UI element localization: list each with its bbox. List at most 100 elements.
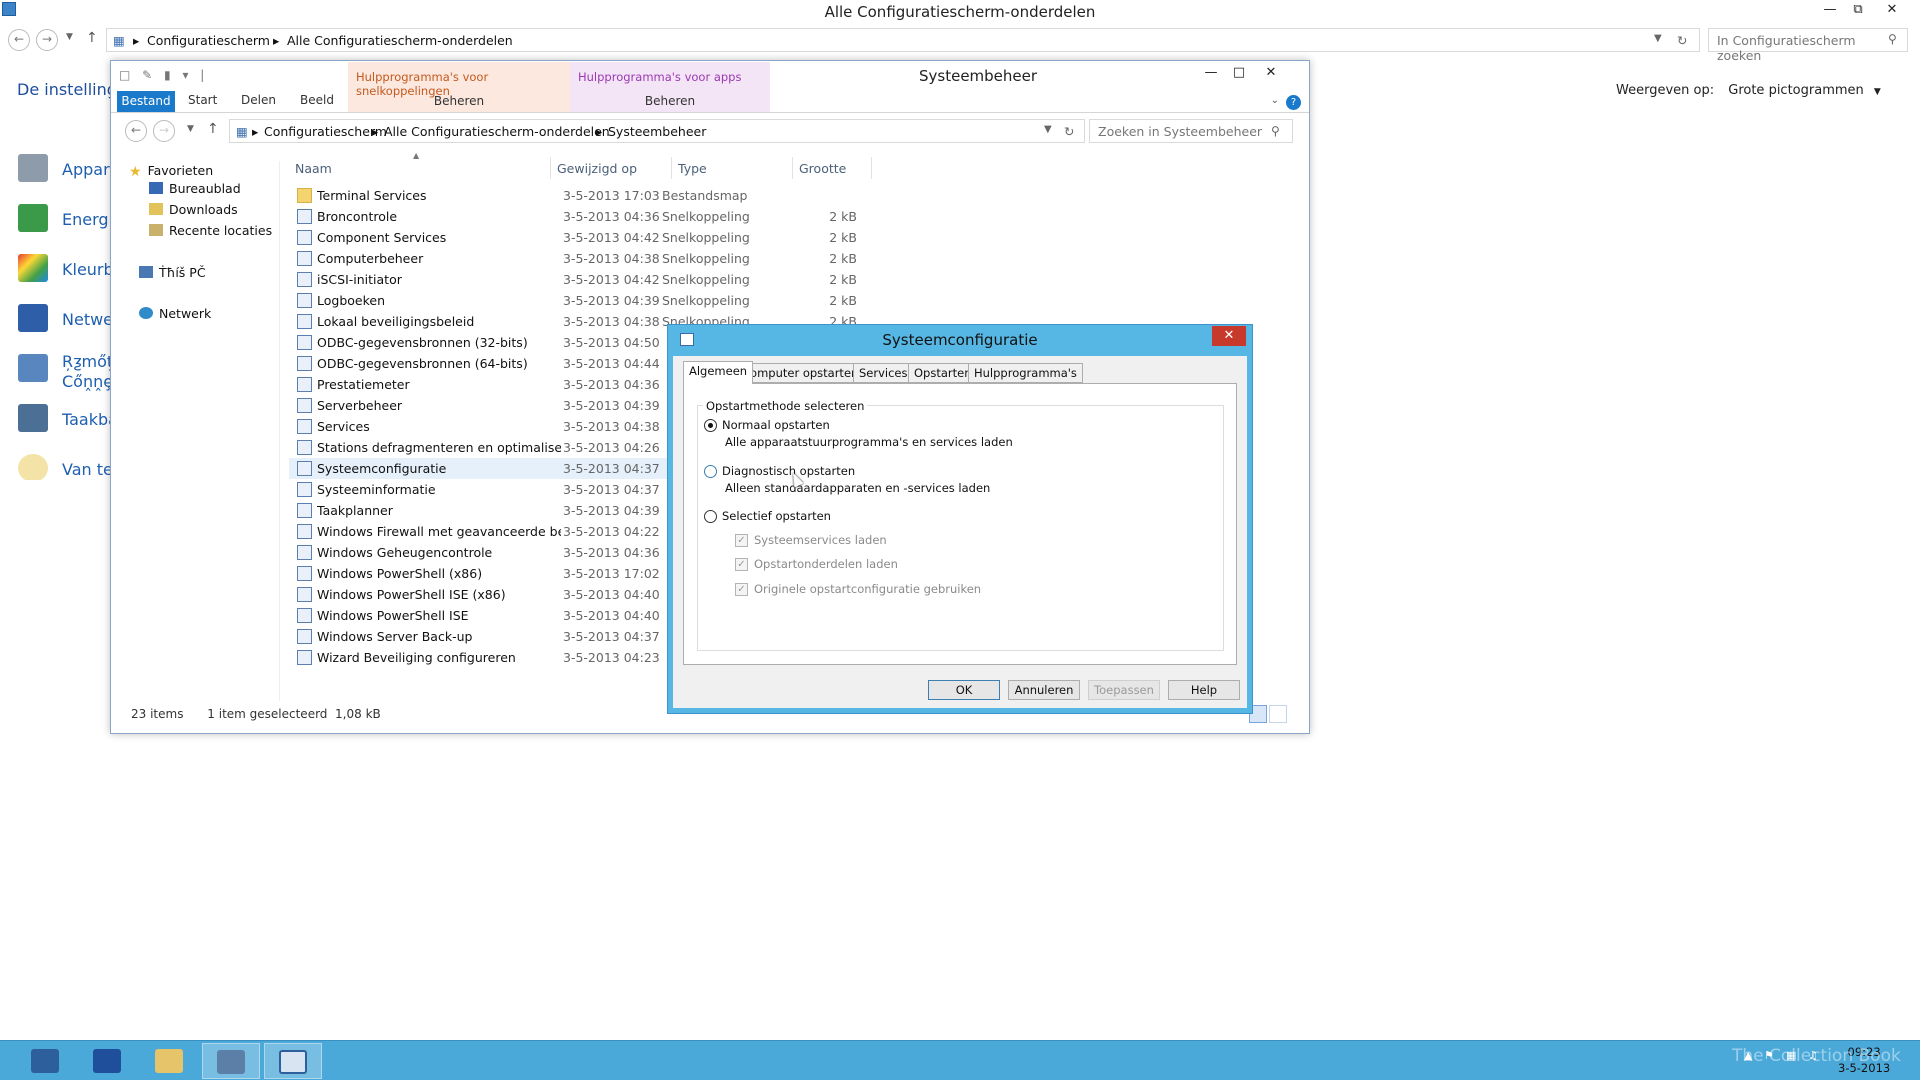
taskbar-control-panel[interactable] <box>202 1043 260 1079</box>
forward-button[interactable]: → <box>153 120 175 142</box>
search-input[interactable]: In Configuratiescherm zoeken <box>1708 28 1908 63</box>
control-panel-item[interactable]: Taakba <box>18 400 112 440</box>
cancel-button[interactable]: Annuleren <box>1008 680 1080 700</box>
breadcrumb-item[interactable]: Configuratiescherm <box>264 124 387 139</box>
tree-item-recent[interactable]: Recente locaties <box>149 223 272 238</box>
help-button[interactable]: Help <box>1168 680 1240 700</box>
up-arrow-icon[interactable]: ↑ <box>207 121 219 137</box>
normal-startup-label[interactable]: Normaal opstarten <box>722 418 830 432</box>
control-panel-item[interactable]: Kleurbe <box>18 250 112 290</box>
file-name: Windows Server Back-up <box>317 629 473 644</box>
recent-locations-chevron-icon[interactable]: ▼ <box>66 32 73 42</box>
large-icons-view-icon[interactable] <box>1269 705 1287 723</box>
tab-general[interactable]: Algemeen <box>683 361 754 384</box>
control-panel-item[interactable]: Ŗƺmőţȩ Cőṋṋȩ <box>18 350 112 396</box>
close-button[interactable]: ✕ <box>1878 0 1906 22</box>
breadcrumb-item[interactable]: Alle Configuratiescherm-onderdelen <box>384 124 610 139</box>
tab-file[interactable]: Bestand <box>117 91 175 112</box>
tab-view[interactable]: Beeld <box>300 93 334 107</box>
tab-services[interactable]: Services <box>853 363 914 383</box>
recent-locations-chevron-icon[interactable]: ▼ <box>187 124 194 134</box>
file-row[interactable]: Logboeken 3-5-2013 04:39 Snelkoppeling 2 kB <box>289 290 889 311</box>
control-panel-item[interactable]: Van tek <box>18 450 112 480</box>
file-date: 3-5-2013 17:02 <box>563 566 660 581</box>
tab-share[interactable]: Delen <box>241 93 276 107</box>
address-dropdown-icon[interactable]: ▼ <box>1044 124 1052 135</box>
diagnostic-startup-radio[interactable] <box>704 465 717 478</box>
taskbar-server-manager[interactable] <box>16 1043 74 1079</box>
search-input[interactable]: Zoeken in Systeembeheer <box>1089 119 1293 143</box>
tree-item-this-pc[interactable]: Ṫħíš PČ <box>139 265 206 280</box>
tab-home[interactable]: Start <box>188 93 217 107</box>
breadcrumb-item[interactable]: Systeembeheer <box>608 124 706 139</box>
view-by-select[interactable]: Grote pictogrammen <box>1728 83 1864 98</box>
shortcut-icon <box>297 608 312 623</box>
refresh-icon[interactable]: ↻ <box>1677 33 1687 48</box>
column-header-size[interactable]: Grootte <box>793 157 872 179</box>
control-panel-item[interactable]: Netwer <box>18 300 112 340</box>
file-name: Computerbeheer <box>317 251 424 266</box>
control-panel-item[interactable]: Energie <box>18 200 112 240</box>
network-sharing-icon <box>18 304 48 332</box>
file-row[interactable]: Terminal Services 3-5-2013 17:03 Bestandsm… <box>289 185 889 206</box>
forward-button[interactable]: → <box>36 29 58 51</box>
ok-button[interactable]: OK <box>928 680 1000 700</box>
use-original-boot-config-checkbox[interactable]: ✓ <box>735 583 748 596</box>
breadcrumb-item[interactable]: Configuratiescherm <box>147 33 270 48</box>
tree-item-network[interactable]: Netwerk <box>139 306 211 321</box>
taskbar-file-explorer[interactable] <box>140 1043 198 1079</box>
file-row[interactable]: iSCSI-initiator 3-5-2013 04:42 Snelkoppeli… <box>289 269 889 290</box>
column-header-type[interactable]: Type <box>672 157 793 179</box>
file-type: Snelkoppeling <box>662 272 750 287</box>
selection-info: 1 item geselecteerd 1,08 kB <box>207 707 381 721</box>
tree-item-favorites[interactable]: ★ Favorieten <box>129 163 213 180</box>
address-dropdown-icon[interactable]: ▼ <box>1654 33 1662 44</box>
pane-divider[interactable] <box>279 161 280 701</box>
search-icon[interactable]: ⚲ <box>1888 32 1897 46</box>
file-name: Component Services <box>317 230 447 245</box>
selective-startup-label[interactable]: Selectief opstarten <box>722 509 831 523</box>
column-header-name[interactable]: Naam <box>289 157 551 179</box>
file-row[interactable]: Broncontrole 3-5-2013 04:36 Snelkoppeling 2… <box>289 206 889 227</box>
control-panel-item[interactable]: Appara <box>18 150 112 190</box>
tree-item-desktop[interactable]: Bureaublad <box>149 181 241 196</box>
restore-button[interactable]: ⧉ <box>1844 0 1872 22</box>
close-button[interactable]: ✕ <box>1212 326 1246 346</box>
up-arrow-icon[interactable]: ↑ <box>86 30 98 46</box>
minimize-button[interactable]: — <box>1197 63 1225 85</box>
maximize-button[interactable]: □ <box>1225 63 1253 85</box>
back-button[interactable]: ← <box>125 120 147 142</box>
quick-access-toolbar[interactable]: □ ✎ ▮ ▾ | <box>119 68 208 82</box>
normal-startup-radio[interactable] <box>704 419 717 432</box>
search-icon[interactable]: ⚲ <box>1271 124 1280 138</box>
file-row[interactable]: Computerbeheer 3-5-2013 04:38 Snelkoppelin… <box>289 248 889 269</box>
view-by-control[interactable]: Weergeven op: Grote pictogrammen ▼ <box>1616 83 1881 98</box>
close-button[interactable]: ✕ <box>1257 63 1285 85</box>
address-bar[interactable]: ▦ ▸ Configuratiescherm ▸ Alle Configurat… <box>106 28 1700 52</box>
tree-item-downloads[interactable]: Downloads <box>149 202 238 217</box>
file-row[interactable]: Component Services 3-5-2013 04:42 Snelkopp… <box>289 227 889 248</box>
column-header-modified[interactable]: Gewijzigd op <box>551 157 672 179</box>
minimize-button[interactable]: — <box>1816 0 1844 22</box>
item-label: Energie <box>62 210 112 229</box>
address-bar[interactable]: ▦ ▸ Configuratiescherm ▸ Alle Configurat… <box>229 119 1085 143</box>
tab-boot[interactable]: Computer opstarten <box>736 363 865 383</box>
file-name: Lokaal beveiligingsbeleid <box>317 314 475 329</box>
apply-button[interactable]: Toepassen <box>1088 680 1160 700</box>
shortcut-icon <box>297 251 312 266</box>
tab-tools[interactable]: Hulpprogramma's <box>968 363 1083 383</box>
selective-startup-radio[interactable] <box>704 510 717 523</box>
breadcrumb-item[interactable]: Alle Configuratiescherm-onderdelen <box>287 33 513 48</box>
back-button[interactable]: ← <box>8 29 30 51</box>
load-system-services-checkbox[interactable]: ✓ <box>735 534 748 547</box>
help-icon[interactable]: ? <box>1286 95 1301 110</box>
load-startup-items-checkbox[interactable]: ✓ <box>735 558 748 571</box>
taskbar-powershell[interactable] <box>78 1043 136 1079</box>
file-name: iSCSI-initiator <box>317 272 402 287</box>
context-tab-label: Hulpprogramma's voor apps <box>578 70 742 84</box>
taskbar-system-configuration[interactable] <box>264 1043 322 1079</box>
shortcut-icon <box>297 503 312 518</box>
chevron-down-icon[interactable]: ▼ <box>1874 87 1881 97</box>
refresh-icon[interactable]: ↻ <box>1064 124 1074 139</box>
ribbon-expand-icon[interactable]: ⌄ <box>1271 95 1279 106</box>
